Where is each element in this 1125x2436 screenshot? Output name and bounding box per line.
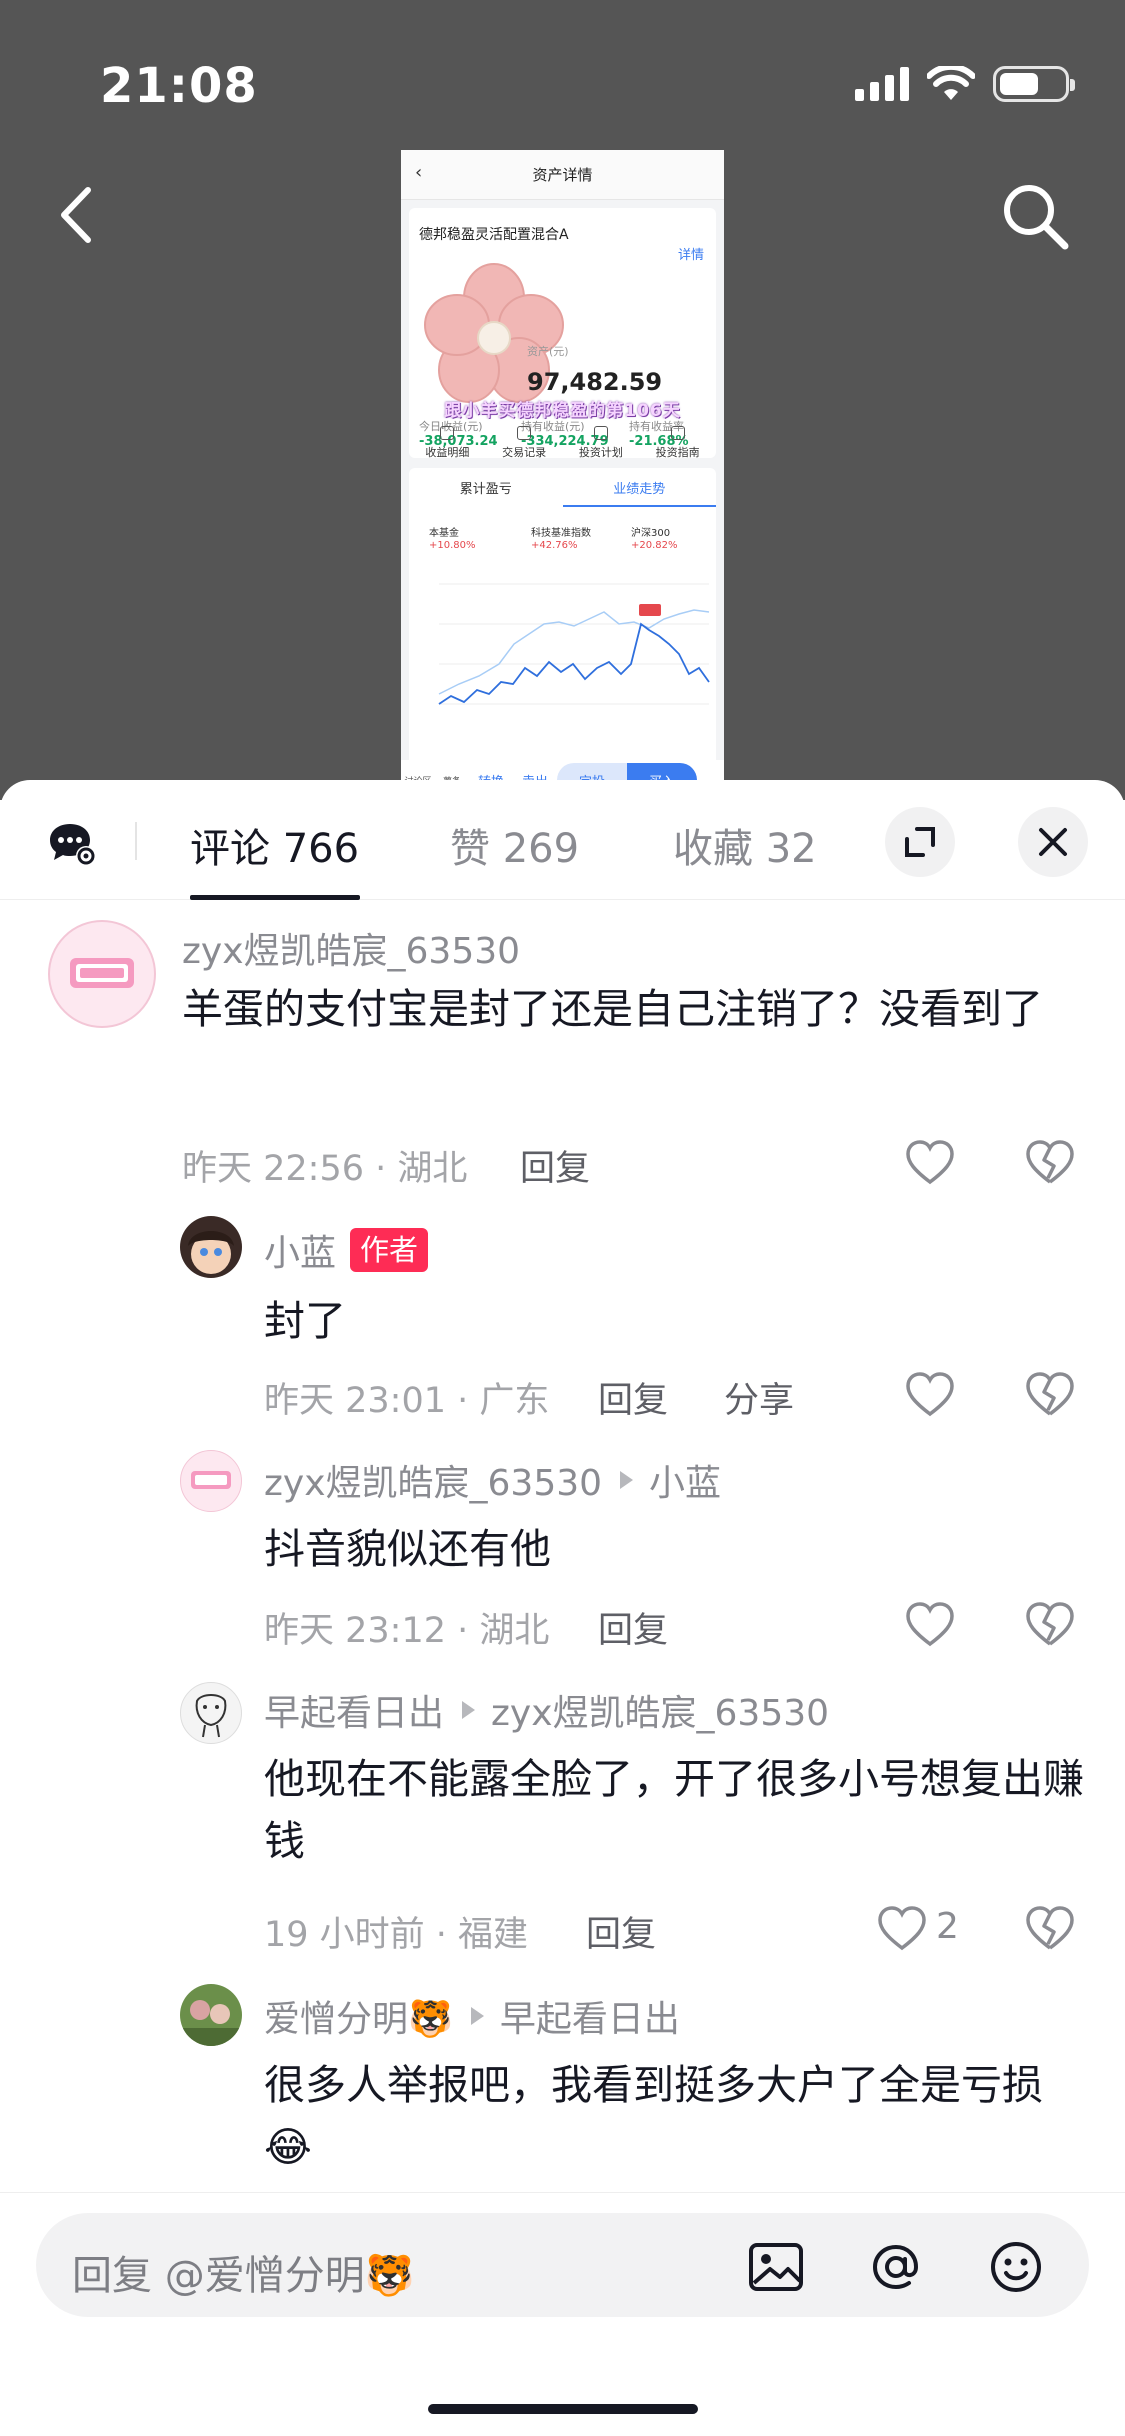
music-logo-icon (70, 958, 134, 988)
reply-input-placeholder: 回复 @爱憎分明🐯 (72, 2253, 415, 2299)
reply-button[interactable]: 回复 (586, 1906, 656, 1957)
comment-username[interactable]: 爱憎分明🐯 早起看日出 (264, 1990, 680, 2042)
emoji-icon[interactable] (986, 2239, 1046, 2295)
status-bar: 21:08 (0, 0, 1125, 130)
asset-label: 资产(元) (527, 345, 569, 358)
avatar[interactable] (180, 1450, 242, 1512)
fund-name: 德邦稳盈灵活配置混合A (419, 227, 569, 243)
asset-value: 97,482.59 (527, 368, 663, 396)
header-divider (135, 822, 137, 860)
at-mention-icon[interactable] (866, 2239, 926, 2295)
expand-button[interactable] (885, 807, 955, 877)
active-tab-indicator (190, 895, 360, 900)
music-logo-icon (191, 1471, 231, 1489)
image-icon[interactable] (746, 2239, 806, 2295)
broken-heart-icon[interactable] (1024, 1138, 1076, 1186)
home-indicator (428, 2404, 698, 2414)
comment-text: 羊蛋的支付宝是封了还是自己注销了？没看到了 (182, 985, 1043, 1033)
reply-input-bar: 回复 @爱憎分明🐯 (0, 2192, 1125, 2436)
heart-icon[interactable] (904, 1600, 956, 1648)
comment-username[interactable]: zyx煜凯皓宸_63530 小蓝 (264, 1454, 721, 1506)
close-button[interactable] (1018, 807, 1088, 877)
status-icons (855, 66, 1075, 102)
broken-heart-icon[interactable] (1024, 1600, 1076, 1648)
comment-text: 他现在不能露全脸了，开了很多小号想复出赚钱 (264, 1755, 1084, 1865)
video-player[interactable]: 21:08 ‹ 资产详情 德邦稳盈灵活配置混合A 详情 资产(元) 97,482… (0, 0, 1125, 800)
avatar[interactable] (180, 1216, 242, 1278)
comment-username[interactable]: 早起看日出 zyx煜凯皓宸_63530 (264, 1684, 829, 1736)
broken-heart-icon[interactable] (1024, 1370, 1076, 1418)
tab-likes[interactable]: 赞 269 (450, 816, 579, 874)
status-time: 21:08 (100, 58, 258, 114)
chart-tabs: 累计盈亏 业绩走势 (409, 478, 716, 507)
comment-panel: 评论 766 赞 269 收藏 32 zyx煜凯皓宸_63530 羊蛋的支付宝是… (0, 780, 1125, 2436)
menu-item: 交易记录 (502, 426, 546, 460)
comment-meta: 昨天 23:12 · 湖北 (264, 1611, 550, 1651)
fund-screenshot: ‹ 资产详情 德邦稳盈灵活配置混合A 详情 资产(元) 97,482.59 今日… (401, 150, 724, 800)
tab-comments[interactable]: 评论 766 (190, 816, 359, 874)
legend-item: 科技基准指数 (531, 528, 591, 539)
search-icon[interactable] (997, 178, 1073, 254)
legend-value: +10.80% (429, 540, 476, 551)
heart-icon[interactable] (904, 1370, 956, 1418)
performance-chart (438, 583, 710, 705)
avatar[interactable] (180, 1984, 242, 2046)
panel-header: 评论 766 赞 269 收藏 32 (0, 780, 1125, 900)
comment-text: 很多人举报吧，我看到挺多大户了全是亏损😂 (264, 2061, 1043, 2171)
chart-tab: 业绩走势 (562, 478, 716, 507)
comment-text: 封了 (264, 1297, 346, 1345)
comment-meta: 昨天 23:01 · 广东 (264, 1381, 550, 1421)
reply-button[interactable]: 回复 (598, 1372, 668, 1423)
tab-favorites[interactable]: 收藏 32 (673, 816, 817, 874)
expand-icon (905, 827, 935, 857)
back-arrow-icon[interactable] (48, 180, 108, 250)
screenshot-menu: 收益明细 交易记录 投资计划 投资指南 (409, 426, 716, 460)
legend-value: +42.76% (531, 540, 578, 551)
reply-arrow-icon (462, 1701, 476, 1719)
legend-item: 沪深300 (631, 528, 671, 539)
avatar[interactable] (48, 920, 156, 1028)
reply-button[interactable]: 回复 (598, 1602, 668, 1653)
chat-settings-icon[interactable] (48, 820, 98, 868)
reply-button[interactable]: 回复 (520, 1140, 590, 1191)
banner-text: 跟小羊买德邦稳盈的第106天 (444, 401, 681, 421)
comment-username[interactable]: 小蓝 作者 (264, 1224, 429, 1276)
comment-meta: 19 小时前 · 福建 (264, 1915, 529, 1955)
share-button[interactable]: 分享 (724, 1372, 794, 1423)
reply-arrow-icon (470, 2007, 484, 2025)
cellular-signal-icon (855, 67, 909, 101)
chart-tab: 累计盈亏 (459, 482, 512, 497)
screenshot-title: 资产详情 (532, 166, 593, 184)
comment-meta: 昨天 22:56 · 湖北 (182, 1149, 468, 1189)
close-icon (1039, 828, 1067, 856)
broken-heart-icon[interactable] (1024, 1904, 1076, 1952)
photo-avatar-icon (180, 2000, 242, 2046)
legend-value: +20.82% (631, 540, 678, 551)
heart-icon[interactable] (876, 1904, 928, 1952)
wifi-icon (927, 66, 975, 100)
anime-avatar-icon (188, 1231, 234, 1274)
reply-arrow-icon (620, 1471, 634, 1489)
battery-icon (993, 66, 1075, 102)
author-badge: 作者 (350, 1228, 429, 1272)
reply-input[interactable]: 回复 @爱憎分明🐯 (36, 2213, 1089, 2317)
avatar[interactable] (180, 1682, 242, 1744)
heart-icon[interactable] (904, 1138, 956, 1186)
fund-detail-link: 详情 (677, 248, 704, 263)
like-count: 2 (936, 1906, 959, 1947)
menu-item: 收益明细 (425, 426, 469, 460)
sketch-avatar-icon (195, 1694, 227, 1738)
comment-text: 抖音貌似还有他 (264, 1525, 551, 1573)
performance-card: 累计盈亏 业绩走势 本基金 +10.80% 科技基准指数 +42.76% 沪深3… (409, 468, 716, 768)
menu-item: 投资计划 (579, 426, 623, 460)
comment-username[interactable]: zyx煜凯皓宸_63530 (182, 922, 520, 974)
legend-item: 本基金 (429, 528, 459, 539)
screenshot-title-bar: ‹ 资产详情 (401, 150, 724, 200)
menu-item: 投资指南 (656, 426, 700, 460)
